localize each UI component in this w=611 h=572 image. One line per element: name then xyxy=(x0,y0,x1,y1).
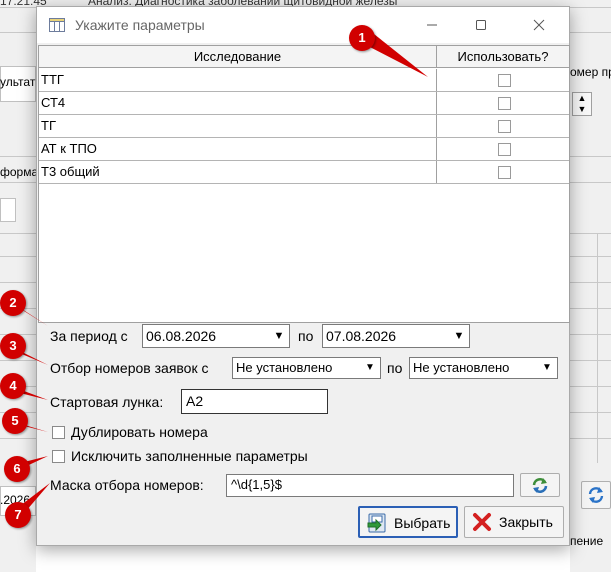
numbers-label: Отбор номеров заявок с xyxy=(50,360,209,376)
table-row[interactable]: Т3 общий xyxy=(39,161,569,184)
annotation-badge-2: 2 xyxy=(0,290,26,316)
numbers-to-label: по xyxy=(387,360,403,376)
row-study-name: Т3 общий xyxy=(41,161,437,183)
minimize-button[interactable] xyxy=(409,7,455,43)
mask-value: ^\d{1,5}$ xyxy=(231,477,282,492)
table-row[interactable]: ТТГ xyxy=(39,69,569,92)
chevron-down-icon: ▼ xyxy=(453,330,465,342)
table-icon xyxy=(49,18,65,32)
column-header-study[interactable]: Исследование xyxy=(39,46,437,68)
mask-input[interactable]: ^\d{1,5}$ xyxy=(226,474,514,497)
annotation-badge-7: 7 xyxy=(5,502,31,528)
row-study-name: СТ4 xyxy=(41,92,437,114)
row-study-name: ТГ xyxy=(41,115,437,137)
maximize-button[interactable] xyxy=(458,7,504,43)
exclude-label[interactable]: Исключить заполненные параметры xyxy=(71,448,308,464)
start-well-value: A2 xyxy=(186,393,204,409)
chevron-down-icon: ▼ xyxy=(273,330,285,342)
annotation-badge-5: 5 xyxy=(2,408,28,434)
dialog-title: Укажите параметры xyxy=(75,17,205,33)
exclude-checkbox[interactable] xyxy=(52,450,65,463)
select-button[interactable]: Выбрать xyxy=(358,506,458,538)
refresh-icon xyxy=(588,487,604,503)
background-label-result: ультат xyxy=(0,75,36,89)
period-label: За период с xyxy=(50,328,128,344)
numbers-from-select[interactable]: Не установлено ▼ xyxy=(232,357,381,379)
use-checkbox[interactable] xyxy=(498,143,511,156)
parameters-dialog: Укажите параметры Исследование Использов… xyxy=(36,6,570,546)
duplicate-checkbox[interactable] xyxy=(52,426,65,439)
mask-label: Маска отбора номеров: xyxy=(50,477,204,493)
close-button-label: Закрыть xyxy=(499,514,553,530)
studies-table: Исследование Использовать? ТТГ СТ4 ТГ АТ… xyxy=(38,45,570,323)
close-button[interactable]: Закрыть xyxy=(464,506,564,538)
row-study-name: АТ к ТПО xyxy=(41,138,437,160)
period-from-value: 06.08.2026 xyxy=(146,328,217,344)
background-label-number: омер пр xyxy=(570,65,611,79)
period-to-label: по xyxy=(298,328,314,344)
chevron-down-icon: ▼ xyxy=(365,362,375,373)
background-label-fill: пение xyxy=(570,534,604,548)
annotation-badge-6: 6 xyxy=(4,456,30,482)
use-checkbox[interactable] xyxy=(498,97,511,110)
enter-icon xyxy=(367,513,386,533)
table-row[interactable]: АТ к ТПО xyxy=(39,138,569,161)
annotation-badge-4: 4 xyxy=(0,373,26,399)
period-to-select[interactable]: 07.08.2026 ▼ xyxy=(322,324,470,348)
duplicate-label[interactable]: Дублировать номера xyxy=(71,424,208,440)
select-button-label: Выбрать xyxy=(394,515,451,531)
chevron-down-icon: ▼ xyxy=(542,362,552,373)
use-checkbox[interactable] xyxy=(498,166,511,179)
numbers-to-value: Не установлено xyxy=(413,360,510,375)
numbers-to-select[interactable]: Не установлено ▼ xyxy=(409,357,558,379)
annotation-badge-1: 1 xyxy=(349,25,375,51)
use-checkbox[interactable] xyxy=(498,120,511,133)
background-label-format: форма xyxy=(0,165,36,179)
close-window-button[interactable] xyxy=(516,7,562,43)
period-from-select[interactable]: 06.08.2026 ▼ xyxy=(142,324,290,348)
minimize-icon xyxy=(427,24,437,26)
start-well-label: Стартовая лунка: xyxy=(50,394,164,410)
dialog-titlebar[interactable]: Укажите параметры xyxy=(37,7,569,43)
close-icon xyxy=(473,513,491,531)
refresh-icon xyxy=(532,478,548,493)
annotation-badge-3: 3 xyxy=(0,333,26,359)
period-to-value: 07.08.2026 xyxy=(326,328,397,344)
column-header-use[interactable]: Использовать? xyxy=(437,46,569,68)
background-spin-button[interactable]: ▲ ▼ xyxy=(572,92,592,116)
table-row[interactable]: ТГ xyxy=(39,115,569,138)
table-row[interactable]: СТ4 xyxy=(39,92,569,115)
table-header: Исследование Использовать? xyxy=(39,46,569,68)
mask-refresh-button[interactable] xyxy=(520,473,560,497)
row-study-name: ТТГ xyxy=(41,69,437,91)
numbers-from-value: Не установлено xyxy=(236,360,333,375)
close-icon xyxy=(533,19,545,31)
use-checkbox[interactable] xyxy=(498,74,511,87)
start-well-input[interactable]: A2 xyxy=(181,389,328,414)
background-refresh-button[interactable] xyxy=(581,481,611,509)
maximize-icon xyxy=(476,20,486,30)
